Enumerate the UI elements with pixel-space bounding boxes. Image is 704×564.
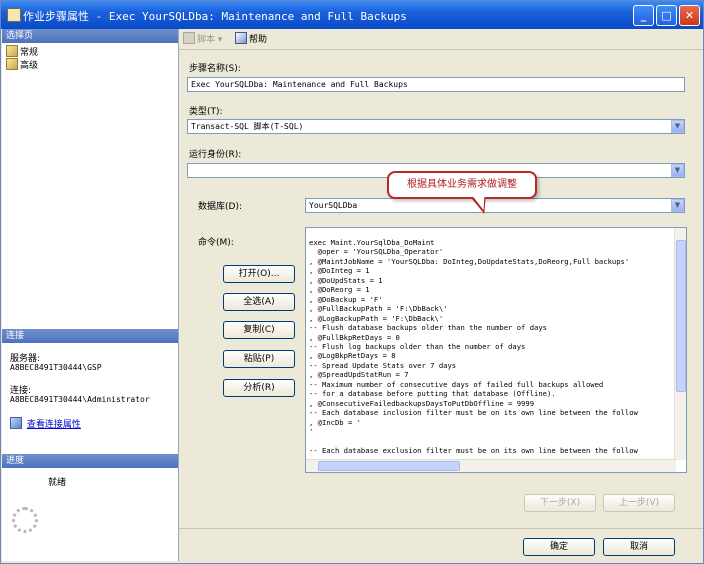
left-pane: 选择页 常规 高级 连接 服务器: A8BEC8491T30444\GSP 连接… xyxy=(2,29,179,561)
maximize-button[interactable]: □ xyxy=(656,5,677,26)
command-line: , @MaintJobName = 'YourSQLDba: DoInteg,D… xyxy=(309,256,630,266)
annotation-callout: 根据具体业务需求做调整 xyxy=(387,171,537,199)
command-line: , @DoReorg = 1 xyxy=(309,285,370,295)
help-icon xyxy=(235,32,247,44)
command-line: -- Flush log backups older than the numb… xyxy=(309,341,526,351)
close-button[interactable]: ✕ xyxy=(679,5,700,26)
page-icon xyxy=(6,58,18,70)
server-value: A8BEC8491T30444\GSP xyxy=(10,363,102,372)
toolbar: 脚本 ▾ 帮助 xyxy=(179,29,703,50)
script-button[interactable]: 脚本 ▾ xyxy=(183,32,222,45)
chevron-down-icon[interactable]: ▼ xyxy=(671,164,684,177)
step-name-label: 步骤名称(S): xyxy=(189,64,241,74)
cancel-button[interactable]: 取消 xyxy=(603,538,675,556)
progress-spinner-icon xyxy=(12,507,38,533)
divider xyxy=(179,528,703,529)
copy-button[interactable]: 复制(C) xyxy=(223,321,295,339)
window-icon xyxy=(7,8,21,22)
type-label: 类型(T): xyxy=(189,107,223,117)
previous-button[interactable]: 上一步(V) xyxy=(603,494,675,512)
connection-header: 连接 xyxy=(2,329,178,343)
connection-properties-icon xyxy=(10,417,22,429)
view-connection-properties[interactable]: 查看连接属性 xyxy=(10,417,81,430)
command-line: , @FullBackupPath = 'F:\DbBack\' xyxy=(309,304,448,314)
command-line: -- Each database exclusion filter must b… xyxy=(309,445,638,455)
help-button[interactable]: 帮助 xyxy=(235,32,267,45)
chevron-down-icon[interactable]: ▼ xyxy=(671,120,684,133)
command-textarea[interactable]: exec Maint.YourSqlDba_DoMaint @oper = 'Y… xyxy=(305,227,687,473)
script-icon xyxy=(183,32,195,44)
command-line: , @LogBackupPath = 'F:\DbBack\' xyxy=(309,313,444,323)
window-title: 作业步骤属性 - Exec YourSQLDba: Maintenance an… xyxy=(23,10,407,23)
command-line: -- for a database before putting that da… xyxy=(309,389,556,399)
scrollbar-thumb[interactable] xyxy=(676,240,686,392)
select-page-header: 选择页 xyxy=(2,29,178,43)
command-line: exec Maint.YourSqlDba_DoMaint xyxy=(309,238,435,247)
vertical-scrollbar[interactable] xyxy=(674,228,686,460)
command-line: -- Each database inclusion filter must b… xyxy=(309,408,638,418)
command-line: , @IncDb = ' xyxy=(309,417,361,427)
command-line: , @DoUpdStats = 1 xyxy=(309,275,383,285)
command-line: -- Flush database backups older than the… xyxy=(309,323,547,333)
run-as-label: 运行身份(R): xyxy=(189,150,242,160)
command-label: 命令(M): xyxy=(198,238,234,248)
command-line: , @ConsecutiveFailedbackupsDaysToPutDbOf… xyxy=(309,398,535,408)
command-line: -- Spread Update Stats over 7 days xyxy=(309,360,457,370)
type-select[interactable]: Transact-SQL 脚本(T-SQL) xyxy=(187,119,685,134)
command-line: , @SpreadUpdStatRun = 7 xyxy=(309,370,409,380)
command-line: , @FullBkpRetDays = 0 xyxy=(309,332,400,342)
page-icon xyxy=(6,45,18,57)
help-label: 帮助 xyxy=(249,35,268,45)
page-item-label: 高级 xyxy=(20,61,39,71)
next-button[interactable]: 下一步(X) xyxy=(524,494,596,512)
command-text[interactable]: exec Maint.YourSqlDba_DoMaint @oper = 'Y… xyxy=(309,238,669,455)
page-item-general[interactable]: 常规 xyxy=(6,45,38,58)
command-line xyxy=(309,437,669,446)
title-bar[interactable]: 作业步骤属性 - Exec YourSQLDba: Maintenance an… xyxy=(1,1,703,29)
command-line: @oper = 'YourSQLDba_Operator' xyxy=(309,247,444,257)
view-connection-link[interactable]: 查看连接属性 xyxy=(27,420,81,430)
chevron-down-icon[interactable]: ▼ xyxy=(671,199,684,212)
step-name-input[interactable]: Exec YourSQLDba: Maintenance and Full Ba… xyxy=(187,77,685,92)
command-line: ' xyxy=(309,427,314,437)
paste-button[interactable]: 粘贴(P) xyxy=(223,350,295,368)
command-line: , @LogBkpRetDays = 8 xyxy=(309,351,396,361)
script-label: 脚本 xyxy=(197,35,216,45)
database-label: 数据库(D): xyxy=(198,202,242,212)
minimize-button[interactable]: _ xyxy=(633,5,654,26)
select-all-button[interactable]: 全选(A) xyxy=(223,293,295,311)
job-step-properties-window: 作业步骤属性 - Exec YourSQLDba: Maintenance an… xyxy=(0,0,704,564)
horizontal-scrollbar[interactable] xyxy=(306,459,676,472)
connection-value: A8BEC8491T30444\Administrator xyxy=(10,395,150,404)
scrollbar-thumb[interactable] xyxy=(318,461,460,471)
open-button[interactable]: 打开(O)... xyxy=(223,265,295,283)
command-line: , @DoInteg = 1 xyxy=(309,266,370,276)
command-line: -- Maximum number of consecutive days of… xyxy=(309,379,604,389)
command-line: , @DoBackup = 'F' xyxy=(309,294,383,304)
database-select[interactable]: YourSQLDba xyxy=(305,198,685,213)
parse-button[interactable]: 分析(R) xyxy=(223,379,295,397)
page-item-label: 常规 xyxy=(20,48,39,58)
progress-status: 就绪 xyxy=(48,478,67,488)
page-item-advanced[interactable]: 高级 xyxy=(6,58,38,71)
progress-header: 进度 xyxy=(2,454,178,468)
ok-button[interactable]: 确定 xyxy=(523,538,595,556)
